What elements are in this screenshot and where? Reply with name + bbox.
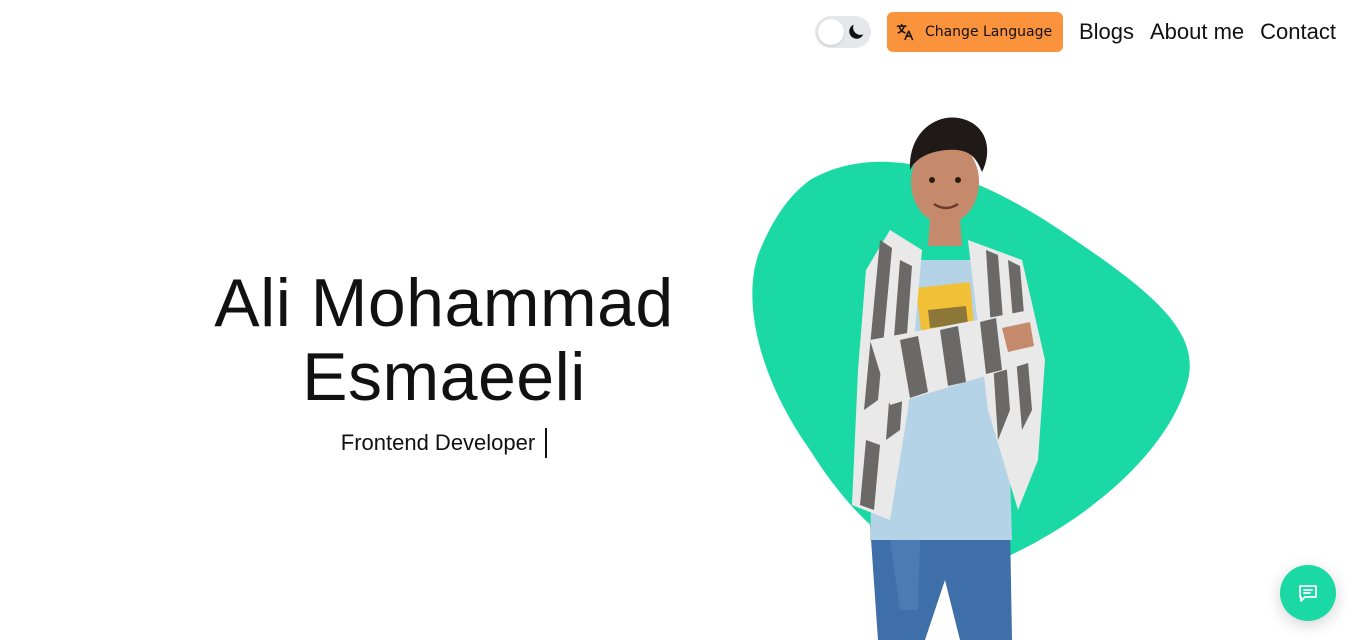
hero-illustration — [752, 117, 1190, 640]
nav-link-about-me[interactable]: About me — [1150, 12, 1244, 52]
hero-role: Frontend Developer — [340, 428, 548, 458]
nav-link-contact[interactable]: Contact — [1260, 12, 1336, 52]
hero-name: Ali Mohammad Esmaeeli — [170, 266, 718, 414]
top-navigation: Change Language Blogs About me Contact — [814, 12, 1336, 52]
hero-name-line1: Ali Mohammad — [214, 265, 674, 341]
toggle-knob — [817, 19, 844, 45]
hero-role-text: Frontend Developer — [340, 430, 536, 455]
chat-button[interactable] — [1280, 565, 1336, 621]
nav-link-blogs[interactable]: Blogs — [1079, 12, 1134, 52]
typing-caret — [545, 428, 548, 458]
hero-name-line2: Esmaeeli — [302, 339, 586, 415]
translate-icon — [896, 23, 914, 41]
hero-section: Ali Mohammad Esmaeeli Frontend Developer — [170, 266, 718, 458]
change-language-button[interactable]: Change Language — [886, 12, 1063, 52]
theme-toggle[interactable] — [814, 16, 871, 48]
moon-icon — [849, 24, 864, 39]
portfolio-page: Change Language Blogs About me Contact A… — [0, 0, 1356, 640]
chat-bubble-icon — [1299, 585, 1317, 602]
change-language-label: Change Language — [924, 24, 1053, 40]
